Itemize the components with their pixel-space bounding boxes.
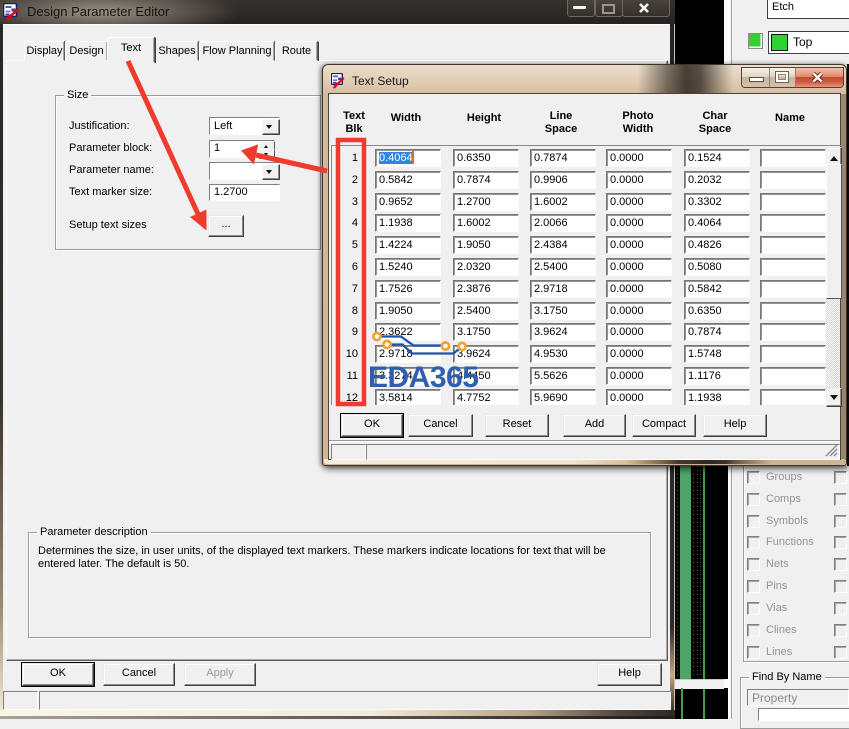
svg-text:EDA365: EDA365 — [368, 361, 478, 394]
